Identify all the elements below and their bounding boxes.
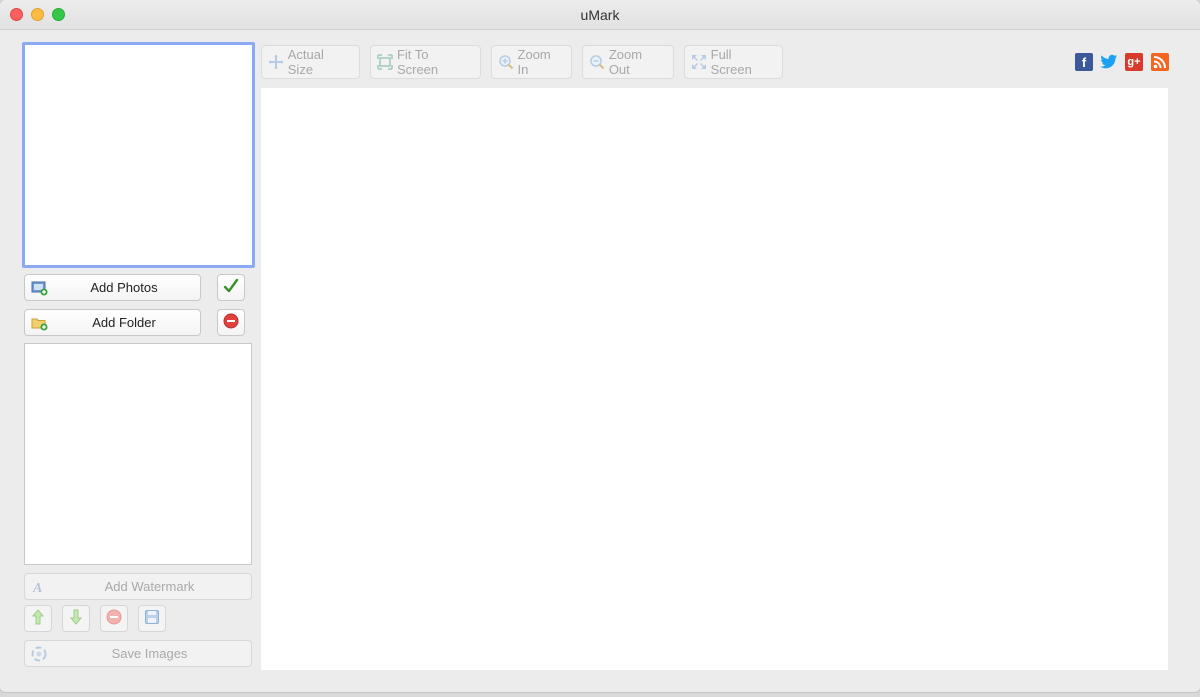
add-folder-icon [30, 314, 48, 332]
add-watermark-label: Add Watermark [104, 579, 195, 594]
arrow-up-icon [31, 609, 45, 628]
remove-icon [223, 313, 239, 332]
title-bar: uMark [0, 0, 1200, 30]
add-photos-label: Add Photos [90, 280, 158, 295]
save-watermark-button[interactable] [138, 605, 166, 632]
delete-watermark-button[interactable] [100, 605, 128, 632]
twitter-icon[interactable] [1100, 53, 1118, 71]
window-title: uMark [580, 7, 620, 23]
arrow-down-icon [69, 609, 83, 628]
facebook-icon[interactable]: f [1075, 53, 1093, 71]
full-screen-label: Full Screen [710, 47, 752, 77]
full-screen-icon [690, 53, 708, 71]
save-images-button[interactable]: Save Images [24, 640, 252, 667]
save-images-label: Save Images [111, 646, 188, 661]
rss-icon[interactable] [1151, 53, 1169, 71]
zoom-out-button[interactable]: Zoom Out [582, 45, 674, 79]
save-images-icon [30, 645, 48, 663]
zoom-in-button[interactable]: Zoom In [491, 45, 572, 79]
zoom-in-icon [497, 53, 515, 71]
add-folder-label: Add Folder [92, 315, 156, 330]
floppy-disk-icon [144, 609, 160, 628]
actual-size-label: Actual Size [287, 47, 324, 77]
fit-to-screen-icon [376, 53, 394, 71]
full-screen-button[interactable]: Full Screen [684, 45, 783, 79]
app-window: uMark Add Photos Add Folder A Add Waterm… [0, 0, 1200, 692]
remove-button[interactable] [217, 309, 245, 336]
fit-to-screen-button[interactable]: Fit To Screen [370, 45, 481, 79]
checkmark-icon [223, 278, 239, 297]
zoom-out-label: Zoom Out [608, 47, 643, 77]
zoom-out-icon [588, 53, 606, 71]
fit-to-screen-label: Fit To Screen [396, 47, 439, 77]
add-folder-button[interactable]: Add Folder [24, 309, 201, 336]
watermark-text-icon: A [30, 578, 48, 596]
move-down-button[interactable] [62, 605, 90, 632]
add-photo-icon [30, 279, 48, 297]
add-photos-button[interactable]: Add Photos [24, 274, 201, 301]
add-watermark-button[interactable]: A Add Watermark [24, 573, 252, 600]
photo-preview [22, 42, 255, 268]
remove-icon [106, 609, 122, 628]
actual-size-button[interactable]: Actual Size [261, 45, 360, 79]
image-canvas[interactable] [261, 88, 1168, 670]
svg-text:A: A [32, 581, 42, 595]
apply-button[interactable] [217, 274, 245, 301]
zoom-in-label: Zoom In [517, 47, 551, 77]
move-up-button[interactable] [24, 605, 52, 632]
actual-size-icon [267, 53, 285, 71]
photo-list[interactable] [24, 343, 252, 565]
google-plus-icon[interactable]: g+ [1125, 53, 1143, 71]
